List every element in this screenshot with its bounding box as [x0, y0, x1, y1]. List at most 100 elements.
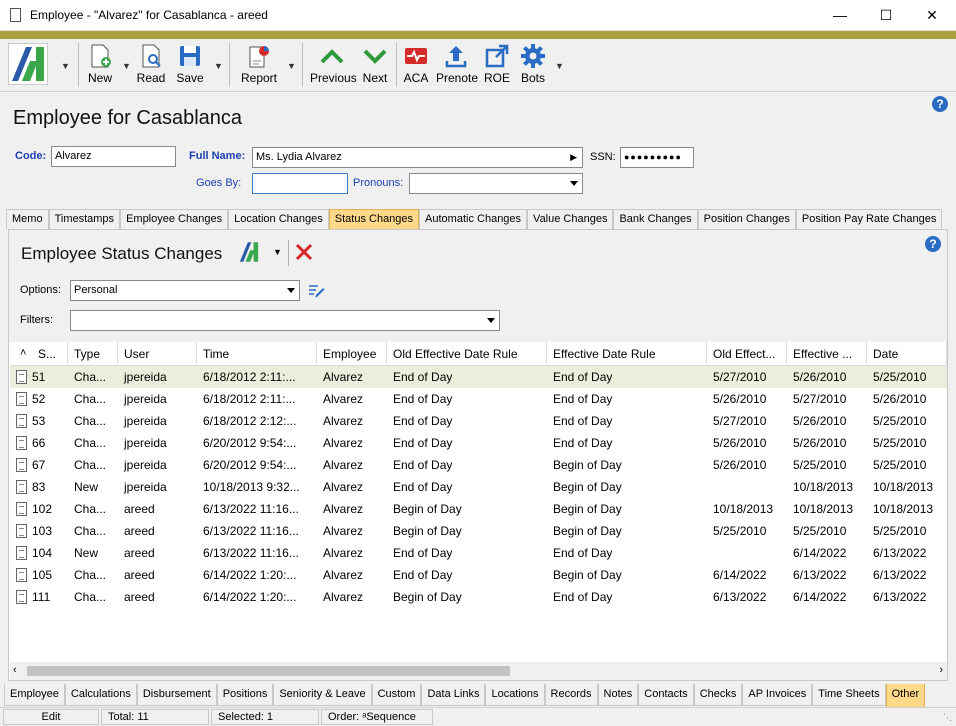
tab-value-changes[interactable]: Value Changes — [527, 209, 614, 229]
column-header-old-effective-date[interactable]: Old Effect... — [707, 342, 787, 366]
column-header-time[interactable]: Time — [197, 342, 317, 366]
full-name-field[interactable]: Ms. Lydia Alvarez ▶ — [252, 147, 583, 168]
column-header-old-effective-date-rule[interactable]: Old Effective Date Rule — [387, 342, 547, 366]
tab-location-changes[interactable]: Location Changes — [228, 209, 329, 229]
scrollbar-thumb[interactable] — [27, 666, 510, 676]
section-tab-time-sheets[interactable]: Time Sheets — [812, 684, 886, 706]
column-header-date[interactable]: Date — [867, 342, 947, 366]
options-select[interactable]: Personal — [70, 280, 300, 301]
scroll-left-icon[interactable]: ‹ — [13, 664, 17, 676]
column-header-sequence[interactable]: S... — [10, 342, 68, 366]
tab-position-pay-rate-changes[interactable]: Position Pay Rate Changes — [795, 209, 943, 229]
table-row[interactable]: 51 Cha... jpereida 6/18/2012 2:11:... Alvare… — [10, 366, 947, 388]
goes-by-field[interactable] — [252, 173, 348, 194]
resize-grip-icon[interactable]: ⋱ — [943, 712, 952, 723]
help-icon[interactable]: ? — [932, 96, 948, 112]
read-button[interactable]: Read — [136, 43, 166, 89]
tab-bank-changes[interactable]: Bank Changes — [613, 209, 698, 229]
section-tab-custom[interactable]: Custom — [371, 684, 422, 706]
new-dropdown-icon[interactable]: ▼ — [122, 61, 131, 71]
cell-date: 5/25/2010 — [873, 524, 927, 538]
logo-dropdown-icon[interactable]: ▼ — [61, 61, 70, 71]
new-button[interactable]: New — [86, 43, 114, 89]
tab-employee-changes[interactable]: Employee Changes — [120, 209, 229, 229]
column-header-employee[interactable]: Employee — [317, 342, 387, 366]
help-icon[interactable]: ? — [925, 236, 941, 252]
save-dropdown-icon[interactable]: ▼ — [214, 61, 223, 71]
bots-dropdown-icon[interactable]: ▼ — [555, 61, 564, 71]
section-tab-contacts[interactable]: Contacts — [638, 684, 694, 706]
table-row[interactable]: 52 Cha... jpereida 6/18/2012 2:11:... Alvare… — [10, 388, 947, 410]
section-tab-records[interactable]: Records — [544, 684, 598, 706]
cell-old-effective-date — [707, 476, 787, 498]
table-row[interactable]: 104 New areed 6/13/2022 11:16... Alvarez End … — [10, 542, 947, 564]
app-logo-icon[interactable] — [237, 240, 261, 264]
expand-arrow-icon[interactable]: ▶ — [570, 150, 577, 165]
section-tab-ap-invoices[interactable]: AP Invoices — [742, 684, 813, 706]
tab-memo[interactable]: Memo — [6, 209, 49, 229]
cell-user: areed — [124, 568, 155, 582]
section-tab-positions[interactable]: Positions — [216, 684, 274, 706]
table-row[interactable]: 103 Cha... areed 6/13/2022 11:16... Alvarez B… — [10, 520, 947, 542]
section-tab-other[interactable]: Other — [885, 684, 926, 708]
section-tabs: Employee Calculations Disbursement Position… — [4, 684, 926, 708]
section-tab-checks[interactable]: Checks — [693, 684, 743, 706]
ssn-field[interactable]: ●●●●●●●●● — [620, 147, 694, 168]
cell-time: 6/20/2012 9:54:... — [203, 436, 297, 450]
scroll-right-icon[interactable]: › — [939, 664, 943, 676]
table-row[interactable]: 53 Cha... jpereida 6/18/2012 2:12:... Alvare… — [10, 410, 947, 432]
status-bar: Edit Total: 11 Selected: 1 Order: ᵃSeque… — [0, 707, 956, 726]
section-tab-seniority-leave[interactable]: Seniority & Leave — [273, 684, 372, 706]
delete-x-icon[interactable] — [295, 243, 313, 261]
filters-select[interactable] — [70, 310, 500, 331]
cell-effective-date: 5/25/2010 — [793, 458, 847, 472]
cell-time: 6/18/2012 2:11:... — [203, 370, 296, 384]
horizontal-scrollbar[interactable]: ‹ › — [10, 662, 947, 680]
cell-old-effective-date-rule: End of Day — [393, 480, 453, 494]
minimize-button[interactable]: — — [817, 0, 863, 30]
cell-sequence: 104 — [32, 546, 53, 560]
report-dropdown-icon[interactable]: ▼ — [287, 61, 296, 71]
cell-effective-date: 6/13/2022 — [793, 568, 847, 582]
next-button[interactable]: Next — [362, 43, 388, 89]
section-tab-calculations[interactable]: Calculations — [64, 684, 137, 706]
column-header-effective-date[interactable]: Effective ... — [787, 342, 867, 366]
code-field[interactable]: Alvarez — [51, 146, 176, 167]
tab-timestamps[interactable]: Timestamps — [48, 209, 121, 229]
section-tab-disbursement[interactable]: Disbursement — [136, 684, 217, 706]
aca-button[interactable]: ACA — [403, 43, 429, 89]
save-button[interactable]: Save — [176, 43, 204, 89]
table-row[interactable]: 102 Cha... areed 6/13/2022 11:16... Alvarez B… — [10, 498, 947, 520]
roe-button[interactable]: ROE — [484, 43, 510, 89]
section-tab-notes[interactable]: Notes — [597, 684, 639, 706]
column-header-effective-date-rule[interactable]: Effective Date Rule — [547, 342, 707, 366]
column-header-user[interactable]: User — [118, 342, 197, 366]
section-tab-locations[interactable]: Locations — [485, 684, 545, 706]
prenote-button[interactable]: Prenote — [436, 43, 478, 89]
bots-button[interactable]: Bots — [519, 43, 547, 89]
separator — [288, 240, 289, 266]
pronouns-select[interactable] — [409, 173, 583, 194]
table-row[interactable]: 105 Cha... areed 6/14/2022 1:20:... Alvarez E… — [10, 564, 947, 586]
section-tab-employee[interactable]: Employee — [4, 684, 65, 706]
tab-position-changes[interactable]: Position Changes — [697, 209, 796, 229]
table-row[interactable]: 83 New jpereida 10/18/2013 9:32... Alvarez En… — [10, 476, 947, 498]
close-button[interactable]: ✕ — [909, 0, 955, 30]
section-tab-data-links[interactable]: Data Links — [421, 684, 486, 706]
tab-status-changes[interactable]: Status Changes — [328, 209, 420, 229]
table-row[interactable]: 66 Cha... jpereida 6/20/2012 9:54:... Alvare… — [10, 432, 947, 454]
edit-pencil-icon[interactable] — [307, 282, 325, 298]
panel-title: Employee Status Changes — [21, 244, 223, 263]
tab-automatic-changes[interactable]: Automatic Changes — [419, 209, 528, 229]
cell-old-effective-date-rule: End of Day — [393, 568, 453, 582]
previous-button[interactable]: Previous — [310, 43, 357, 89]
cell-type: New — [74, 480, 99, 494]
report-button[interactable]: Report — [240, 43, 278, 89]
app-logo-icon[interactable] — [8, 43, 48, 85]
sort-ascending-icon[interactable]: ˄ — [20, 342, 26, 364]
table-row[interactable]: 111 Cha... areed 6/14/2022 1:20:... Alvarez B… — [10, 586, 947, 608]
table-row[interactable]: 67 Cha... jpereida 6/20/2012 9:54:... Alvare… — [10, 454, 947, 476]
panel-dropdown-icon[interactable]: ▼ — [273, 247, 282, 257]
column-header-type[interactable]: Type — [68, 342, 118, 366]
maximize-button[interactable]: ☐ — [863, 0, 909, 30]
